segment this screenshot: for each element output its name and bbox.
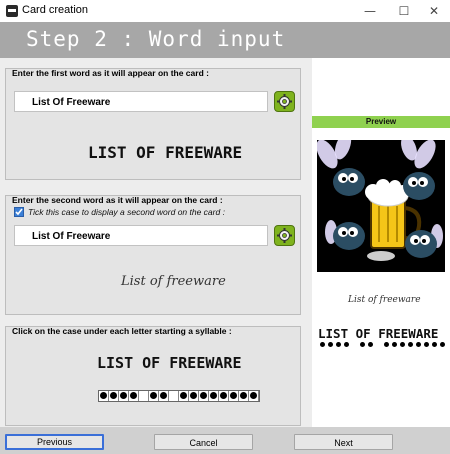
second-word-gear-icon[interactable] xyxy=(274,225,295,246)
second-word-input[interactable]: List Of Freeware xyxy=(14,225,268,246)
syllable-marker[interactable] xyxy=(149,391,159,401)
second-word-cursive-display: List of freeware xyxy=(121,274,226,289)
syllable-marker xyxy=(326,341,334,349)
second-word-checkbox[interactable] xyxy=(14,207,24,217)
syllable-marker[interactable] xyxy=(129,391,139,401)
window-title: Card creation xyxy=(22,4,89,16)
syllable-marker xyxy=(414,341,422,349)
syllable-marker[interactable] xyxy=(199,391,209,401)
preview-caps-word: LIST OF FREEWARE xyxy=(318,326,439,341)
syllable-marker[interactable] xyxy=(229,391,239,401)
syllable-marker[interactable] xyxy=(159,391,169,401)
syllable-marker[interactable] xyxy=(189,391,199,401)
preview-cursive-word: List of freeware xyxy=(348,295,421,305)
previous-button[interactable]: Previous xyxy=(5,434,104,450)
syllable-marker[interactable] xyxy=(119,391,129,401)
syllable-marker[interactable] xyxy=(209,391,219,401)
minimize-icon[interactable]: — xyxy=(354,0,386,22)
syllable-marker xyxy=(398,341,406,349)
second-word-instruction: Enter the second word as it will appear … xyxy=(12,195,223,205)
first-word-display: LIST OF FREEWARE xyxy=(88,143,243,162)
syllable-marker[interactable] xyxy=(99,391,109,401)
syllable-marker[interactable] xyxy=(169,391,179,401)
syllable-marker-row xyxy=(98,390,260,402)
syllable-marker xyxy=(342,341,350,349)
syllable-panel: Click on the case under each letter star… xyxy=(5,326,301,426)
syllable-marker xyxy=(350,341,358,349)
first-word-gear-icon[interactable] xyxy=(274,91,295,112)
syllable-marker[interactable] xyxy=(249,391,259,401)
preview-marker-row xyxy=(318,341,446,349)
syllable-marker xyxy=(382,341,390,349)
step-title: Step 2 : Word input xyxy=(26,27,286,51)
second-word-checkbox-label: Tick this case to display a second word … xyxy=(28,207,225,217)
close-icon[interactable]: ✕ xyxy=(418,0,450,22)
syllable-instruction: Click on the case under each letter star… xyxy=(12,326,232,336)
syllable-marker xyxy=(422,341,430,349)
syllable-marker[interactable] xyxy=(179,391,189,401)
maximize-icon[interactable]: ☐ xyxy=(388,0,420,22)
syllable-marker[interactable] xyxy=(139,391,149,401)
syllable-marker xyxy=(406,341,414,349)
syllable-word-display: LIST OF FREEWARE xyxy=(97,354,242,372)
syllable-marker xyxy=(374,341,382,349)
syllable-marker xyxy=(366,341,374,349)
app-icon xyxy=(6,5,18,17)
syllable-marker xyxy=(390,341,398,349)
syllable-marker xyxy=(358,341,366,349)
syllable-marker xyxy=(334,341,342,349)
syllable-marker[interactable] xyxy=(219,391,229,401)
next-button[interactable]: Next xyxy=(294,434,393,450)
preview-header: Preview xyxy=(312,116,450,128)
syllable-marker xyxy=(438,341,446,349)
cancel-button[interactable]: Cancel xyxy=(154,434,253,450)
syllable-marker[interactable] xyxy=(239,391,249,401)
syllable-marker xyxy=(430,341,438,349)
second-word-panel: Enter the second word as it will appear … xyxy=(5,195,301,315)
syllable-marker xyxy=(318,341,326,349)
first-word-panel: Enter the first word as it will appear o… xyxy=(5,68,301,180)
preview-card-image xyxy=(316,132,445,272)
first-word-input[interactable]: List Of Freeware xyxy=(14,91,268,112)
syllable-marker[interactable] xyxy=(109,391,119,401)
first-word-instruction: Enter the first word as it will appear o… xyxy=(12,68,209,78)
